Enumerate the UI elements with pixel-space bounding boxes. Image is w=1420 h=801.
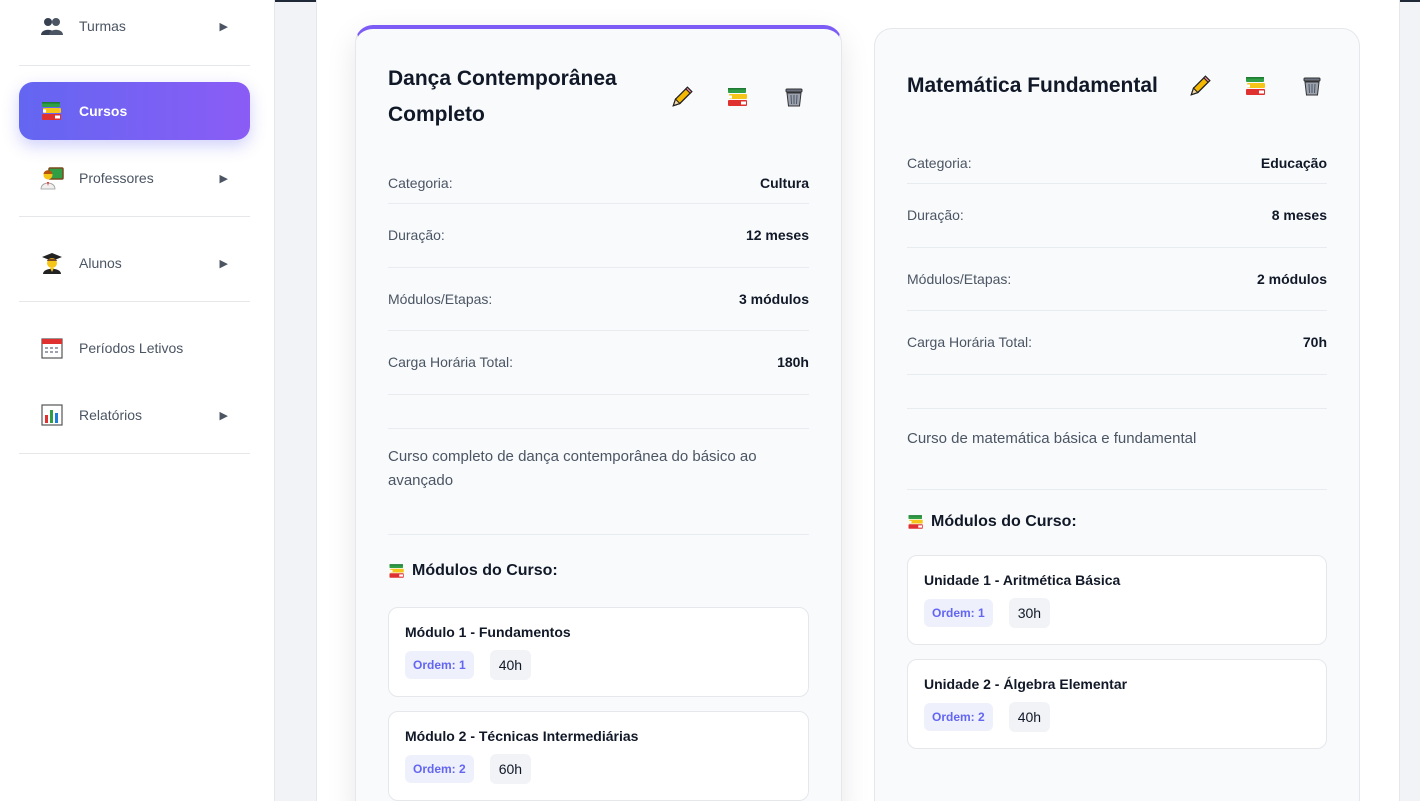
field-value: 180h [777,354,809,371]
field-label: Duração: [388,227,445,244]
bar-chart-icon [39,402,65,428]
student-icon [39,250,65,276]
card-header: Dança Contemporânea Completo [388,29,809,162]
books-icon [907,513,925,531]
delete-trash-icon[interactable] [779,82,809,112]
field-label: Categoria: [907,154,972,171]
field-row-carga-horaria: Carga Horária Total: 180h [388,331,809,395]
field-row-modulos: Módulos/Etapas: 2 módulos [907,248,1327,311]
field-label: Módulos/Etapas: [388,290,493,307]
group-icon [39,13,65,39]
teacher-icon [39,165,65,191]
chevron-right-icon: ▶ [219,20,228,33]
calendar-icon [39,335,65,361]
field-row-duracao: Duração: 8 meses [907,184,1327,248]
field-row-categoria: Categoria: Cultura [388,162,809,204]
modules-books-icon[interactable] [1241,71,1271,101]
course-title: Matemática Fundamental [907,73,1158,97]
sidebar-item-label: Professores [79,170,154,186]
card-header: Matemática Fundamental [907,29,1327,142]
course-card: Matemática Fundamental Categoria: Educaç… [874,28,1360,801]
module-tags: Ordem: 2 40h [924,701,1310,732]
hours-badge: 30h [1008,597,1051,628]
modules-heading-label: Módulos do Curso: [412,561,558,579]
module-title: Módulo 2 - Técnicas Intermediárias [405,727,639,744]
course-description: Curso de matemática básica e fundamental [907,407,1327,489]
chevron-right-icon: ▶ [219,172,228,185]
books-icon [39,98,65,124]
sidebar-item-label: Turmas [79,18,126,34]
field-value: 8 meses [1271,207,1327,224]
modules-books-icon[interactable] [723,82,753,112]
modules-heading-label: Módulos do Curso: [931,513,1077,530]
field-label: Módulos/Etapas: [907,270,1012,287]
books-icon [388,562,406,580]
field-label: Categoria: [388,174,453,191]
edit-pencil-icon[interactable] [1185,71,1215,101]
hours-badge: 60h [489,753,532,784]
hours-badge: 40h [489,649,532,680]
module-item[interactable]: Módulo 2 - Técnicas Intermediárias Ordem… [388,710,809,801]
sidebar-item-cursos[interactable]: Cursos [19,82,250,140]
field-value: Educação [1260,154,1327,171]
sidebar-item-alunos[interactable]: Alunos ▶ [19,234,250,292]
order-badge: Ordem: 2 [924,702,993,731]
module-title: Módulo 1 - Fundamentos [405,623,571,640]
chevron-right-icon: ▶ [219,257,228,270]
module-item[interactable]: Módulo 1 - Fundamentos Ordem: 1 40h [388,606,809,697]
sidebar: Turmas ▶ Cursos Professores ▶ Alunos ▶ P… [0,0,275,801]
field-label: Duração: [907,207,964,224]
divider [19,216,250,217]
field-value: 70h [1302,334,1327,351]
module-tags: Ordem: 1 30h [924,597,1310,628]
field-row-categoria: Categoria: Educação [907,142,1327,184]
delete-trash-icon[interactable] [1297,71,1327,101]
hours-badge: 40h [1008,701,1051,732]
order-badge: Ordem: 2 [405,754,474,783]
module-tags: Ordem: 1 40h [405,649,792,680]
sidebar-item-label: Alunos [79,255,122,271]
divider [19,301,250,302]
field-row-modulos: Módulos/Etapas: 3 módulos [388,268,809,331]
sidebar-item-professores[interactable]: Professores ▶ [19,149,250,207]
field-row-carga-horaria: Carga Horária Total: 70h [907,311,1327,375]
modules-heading: Módulos do Curso: [907,488,1327,555]
field-value: Cultura [760,174,809,191]
course-title: Dança Contemporânea Completo [388,66,617,126]
divider [19,65,250,66]
module-item[interactable]: Unidade 2 - Álgebra Elementar Ordem: 2 4… [907,658,1327,749]
sidebar-item-label: Relatórios [79,407,143,423]
card-actions [1185,71,1327,101]
field-value: 12 meses [745,227,809,244]
sidebar-item-label: Cursos [79,103,128,119]
sidebar-item-relatorios[interactable]: Relatórios ▶ [19,386,250,444]
edit-pencil-icon[interactable] [667,82,697,112]
field-value: 2 módulos [1256,270,1327,287]
module-title: Unidade 2 - Álgebra Elementar [924,675,1128,692]
field-value: 3 módulos [738,290,809,307]
modules-heading: Módulos do Curso: [388,533,809,607]
field-label: Carga Horária Total: [907,334,1033,351]
order-badge: Ordem: 1 [924,598,993,627]
course-description: Curso completo de dança contemporânea do… [388,427,809,534]
order-badge: Ordem: 1 [405,650,474,679]
field-label: Carga Horária Total: [388,354,514,371]
sidebar-item-periodos-letivos[interactable]: Períodos Letivos [19,319,250,377]
card-actions [667,82,809,112]
module-tags: Ordem: 2 60h [405,753,792,784]
divider [19,453,250,454]
sidebar-item-label: Períodos Letivos [79,340,184,356]
sidebar-item-turmas[interactable]: Turmas ▶ [19,0,250,55]
module-item[interactable]: Unidade 1 - Aritmética Básica Ordem: 1 3… [907,554,1327,645]
module-title: Unidade 1 - Aritmética Básica [924,571,1121,588]
field-row-duracao: Duração: 12 meses [388,204,809,268]
chevron-right-icon: ▶ [219,409,228,422]
course-card: Dança Contemporânea Completo Categoria: … [355,25,842,801]
